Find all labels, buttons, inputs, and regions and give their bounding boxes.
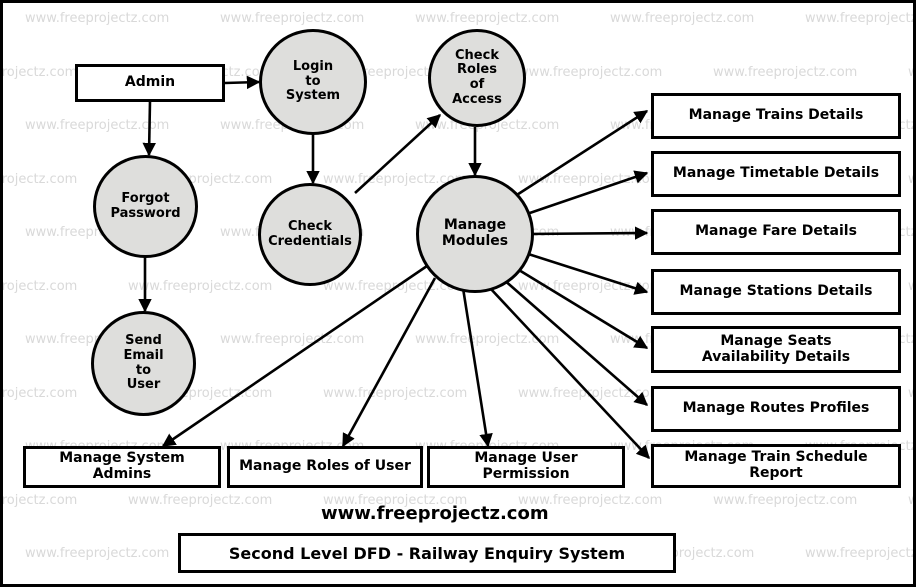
label-line: System [285, 88, 341, 104]
external-entity-admin[interactable]: Admin [75, 64, 225, 102]
label-line: Send [125, 333, 162, 349]
edge-manage-modules-to-routes [502, 278, 649, 406]
label-line: User [126, 377, 161, 393]
label-line: to [305, 73, 321, 89]
data-store-manage-fare-details-label: Manage Fare Details [695, 223, 857, 240]
edge-admin-to-login [224, 75, 261, 90]
external-entity-admin-label: Admin [124, 74, 176, 91]
process-manage-modules[interactable]: Manage Modules [416, 175, 534, 293]
data-store-manage-user-permission-label: Manage User Permission [474, 450, 578, 482]
diagram-layer: Admin Login to System Check Roles of Acc… [3, 3, 913, 584]
data-store-manage-routes-profiles-label: Manage Routes Profiles [682, 400, 870, 417]
edge-manage-modules-to-fare [524, 226, 649, 240]
label-line: Email [123, 347, 164, 363]
data-store-manage-train-schedule-report[interactable]: Manage Train Schedule Report [651, 444, 901, 488]
data-store-manage-routes-profiles[interactable]: Manage Routes Profiles [651, 386, 901, 432]
data-store-manage-system-admins-label: Manage System Admins [59, 450, 185, 482]
process-send-email-to-user-label: Send Email to User [123, 334, 163, 392]
label-line: to [135, 362, 152, 378]
data-store-manage-system-admins[interactable]: Manage System Admins [23, 446, 221, 488]
data-store-manage-roles-of-user-label: Manage Roles of User [239, 458, 411, 475]
data-store-manage-seats-availability-details[interactable]: Manage Seats Availability Details [651, 326, 901, 373]
data-store-manage-user-permission[interactable]: Manage User Permission [427, 446, 625, 488]
edge-manage-modules-to-train-schedule [489, 287, 650, 459]
process-forgot-password[interactable]: Forgot Password [93, 155, 198, 258]
label-line: Manage [443, 217, 507, 234]
label-line: Availability Details [701, 348, 851, 365]
label-line: Check [455, 47, 499, 63]
process-forgot-password-label: Forgot Password [110, 190, 181, 221]
data-store-manage-seats-availability-details-label: Manage Seats Availability Details [701, 332, 851, 365]
site-name-label: www.freeprojectz.com [321, 503, 549, 524]
label-line: Password [110, 205, 181, 221]
process-check-credentials[interactable]: Check Credentials [258, 183, 362, 286]
diagram-title-box: Second Level DFD - Railway Enquiry Syste… [178, 533, 676, 573]
data-store-manage-fare-details[interactable]: Manage Fare Details [651, 209, 901, 255]
edge-manage-modules-to-trains [508, 109, 649, 202]
process-check-roles-of-access-label: Check Roles of Access [452, 47, 502, 107]
data-store-manage-stations-details-label: Manage Stations Details [679, 283, 873, 300]
edge-manage-modules-to-stations [521, 250, 649, 295]
process-send-email-to-user[interactable]: Send Email to User [91, 311, 196, 416]
edge-admin-to-forgot-password [142, 100, 156, 157]
data-store-manage-trains-details-label: Manage Trains Details [688, 107, 864, 124]
data-store-manage-timetable-details[interactable]: Manage Timetable Details [651, 151, 901, 197]
site-name-text: www.freeprojectz.com [321, 503, 549, 524]
edge-manage-modules-to-user-permission [461, 287, 493, 448]
label-line: Access [452, 91, 502, 107]
label-line: Modules [441, 233, 509, 249]
diagram-title-text: Second Level DFD - Railway Enquiry Syste… [228, 543, 626, 563]
edge-manage-modules-to-system-admins [161, 264, 428, 448]
dfd-diagram-canvas: www.freeprojectz.com www.freeprojectz.com… [0, 0, 916, 587]
data-store-manage-roles-of-user[interactable]: Manage Roles of User [227, 446, 423, 488]
process-login-to-system-label: Login to System [286, 60, 340, 104]
data-store-manage-timetable-details-label: Manage Timetable Details [672, 165, 880, 182]
data-store-manage-stations-details[interactable]: Manage Stations Details [651, 269, 901, 315]
process-check-roles-of-access[interactable]: Check Roles of Access [428, 29, 526, 127]
label-line: Roles [457, 62, 497, 78]
label-line: Login [292, 59, 334, 75]
process-manage-modules-label: Manage Modules [442, 218, 508, 249]
label-line: of [469, 77, 485, 92]
label-line: Check [288, 218, 332, 234]
label-line: Forgot [121, 190, 170, 206]
edge-check-credentials-to-check-roles [354, 114, 441, 194]
label-line: Credentials [268, 233, 352, 249]
data-store-manage-trains-details[interactable]: Manage Trains Details [651, 93, 901, 139]
process-check-credentials-label: Check Credentials [268, 218, 352, 249]
data-store-manage-train-schedule-report-label: Manage Train Schedule Report [684, 449, 868, 481]
process-login-to-system[interactable]: Login to System [259, 29, 367, 135]
label-line: Manage Seats [720, 332, 832, 349]
edge-manage-modules-to-roles-of-user [341, 277, 437, 448]
